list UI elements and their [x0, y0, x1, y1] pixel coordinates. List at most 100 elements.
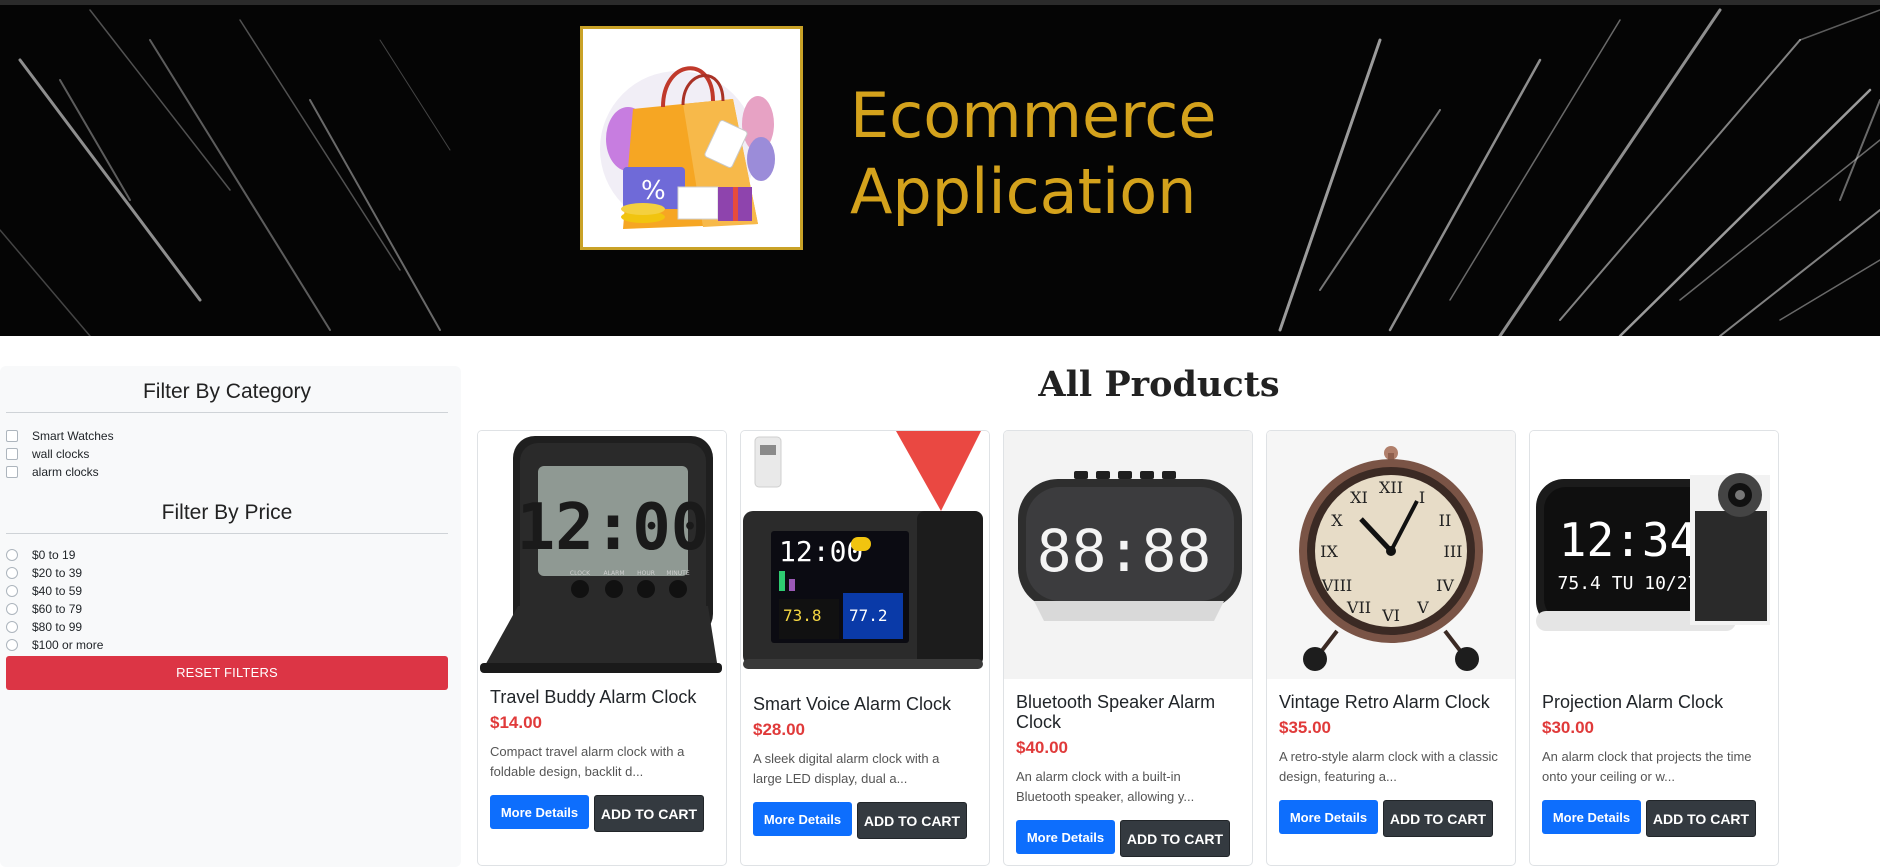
- header-banner: % Ecommerce Application: [0, 0, 1880, 336]
- svg-text:XII: XII: [1379, 478, 1403, 497]
- product-image[interactable]: 12:00 73.8 77.2: [741, 431, 989, 679]
- svg-text:X: X: [1331, 511, 1343, 530]
- mirror-led-clock-image: 88:88: [1004, 431, 1252, 679]
- description-line: onto your ceiling or w...: [1542, 769, 1675, 784]
- description-line: A sleek digital alarm clock with a: [753, 751, 940, 766]
- price-option-20-39[interactable]: $20 to 39: [6, 564, 448, 582]
- clock-display-text: 12:00: [517, 491, 710, 565]
- weather-temp-1: 73.8: [783, 606, 822, 625]
- weather-clock-time: 12:00: [779, 535, 863, 568]
- svg-text:V: V: [1416, 598, 1429, 617]
- description-line: foldable design, backlit d...: [490, 764, 644, 779]
- product-card: XII VI IX III I II IV V VII VIII X XI Vintage …: [1266, 430, 1516, 866]
- vintage-clock-image: XIIVI IX III III IVV VIIVIII XXI: [1267, 431, 1515, 679]
- price-label: $100 or more: [32, 638, 104, 652]
- product-image[interactable]: XII VI IX III I II IV V VII VIII X XI: [1267, 431, 1515, 679]
- description-line: Compact travel alarm clock with a: [490, 744, 685, 759]
- product-name[interactable]: Bluetooth Speaker Alarm Clock: [1016, 692, 1240, 732]
- more-details-button[interactable]: More Details: [1016, 820, 1115, 854]
- product-name[interactable]: Travel Buddy Alarm Clock: [490, 687, 714, 707]
- product-description: A retro-style alarm clock with a classic…: [1279, 747, 1503, 787]
- radio-button[interactable]: [6, 621, 18, 633]
- price-option-100-plus[interactable]: $100 or more: [6, 636, 448, 654]
- product-image[interactable]: 12:00 CLOCK ALARM HOUR MINUTE: [478, 431, 726, 679]
- weather-temp-2: 77.2: [849, 606, 888, 625]
- product-name-line: Bluetooth Speaker Alarm: [1016, 692, 1216, 712]
- more-details-button[interactable]: More Details: [490, 795, 589, 829]
- product-price: $28.00: [753, 720, 805, 739]
- product-price: $40.00: [1016, 738, 1068, 757]
- category-label: Smart Watches: [32, 429, 114, 443]
- clock-button-label: MINUTE: [666, 570, 689, 577]
- page-title: All Products: [1038, 364, 1280, 405]
- add-to-cart-button[interactable]: ADD TO CART: [594, 795, 704, 832]
- svg-text:VI: VI: [1381, 606, 1400, 625]
- description-line: An alarm clock with a built-in: [1016, 769, 1181, 784]
- product-card: 88:88 Bluetooth Speaker Alarm Clock $40.…: [1003, 430, 1253, 866]
- price-label: $0 to 19: [32, 548, 76, 562]
- radio-button[interactable]: [6, 585, 18, 597]
- category-option-smart-watches[interactable]: Smart Watches: [6, 427, 448, 445]
- logo: %: [580, 26, 803, 250]
- svg-text:III: III: [1444, 542, 1463, 561]
- more-details-button[interactable]: More Details: [1279, 800, 1378, 834]
- checkbox[interactable]: [6, 466, 18, 478]
- description-line: design, featuring a...: [1279, 769, 1397, 784]
- description-line: Bluetooth speaker, allowing y...: [1016, 789, 1195, 804]
- svg-text:VIII: VIII: [1321, 576, 1353, 595]
- clock-button-label: ALARM: [603, 570, 624, 577]
- more-details-button[interactable]: More Details: [1542, 800, 1641, 834]
- checkbox[interactable]: [6, 430, 18, 442]
- radio-button[interactable]: [6, 549, 18, 561]
- svg-text:II: II: [1439, 511, 1452, 530]
- category-option-wall-clocks[interactable]: wall clocks: [6, 445, 448, 463]
- product-image[interactable]: 88:88: [1004, 431, 1252, 679]
- more-details-button[interactable]: More Details: [753, 802, 852, 836]
- product-card: 12:00 73.8 77.2 Smart Voice Alarm Clock …: [740, 430, 990, 866]
- svg-text:XI: XI: [1350, 488, 1368, 507]
- price-label: $40 to 59: [32, 584, 83, 598]
- svg-text:I: I: [1419, 488, 1425, 507]
- projection-clock-time: 12:34: [1559, 513, 1697, 567]
- price-label: $80 to 99: [32, 620, 83, 634]
- price-option-80-99[interactable]: $80 to 99: [6, 618, 448, 636]
- add-to-cart-button[interactable]: ADD TO CART: [1383, 800, 1493, 837]
- category-label: alarm clocks: [32, 465, 99, 479]
- category-label: wall clocks: [32, 447, 90, 461]
- description-line: large LED display, dual a...: [753, 771, 908, 786]
- product-name[interactable]: Vintage Retro Alarm Clock: [1279, 692, 1503, 712]
- product-description: A sleek digital alarm clock with a large…: [753, 749, 977, 789]
- svg-text:IX: IX: [1320, 542, 1338, 561]
- svg-text:%: %: [641, 176, 666, 206]
- radio-button[interactable]: [6, 639, 18, 651]
- price-label: $60 to 79: [32, 602, 83, 616]
- add-to-cart-button[interactable]: ADD TO CART: [857, 802, 967, 839]
- add-to-cart-button[interactable]: ADD TO CART: [1120, 820, 1230, 857]
- price-filter-title: Filter By Price: [6, 481, 448, 534]
- projection-clock-date: 75.4 TU 10/27: [1558, 573, 1699, 594]
- product-price: $35.00: [1279, 718, 1331, 737]
- reset-filters-button[interactable]: RESET FILTERS: [6, 656, 448, 690]
- product-description: An alarm clock with a built-in Bluetooth…: [1016, 767, 1240, 807]
- radio-button[interactable]: [6, 567, 18, 579]
- weather-station-clock-image: 12:00 73.8 77.2: [743, 431, 983, 669]
- price-option-0-19[interactable]: $0 to 19: [6, 546, 448, 564]
- radio-button[interactable]: [6, 603, 18, 615]
- description-line: A retro-style alarm clock with a classic: [1279, 749, 1498, 764]
- category-option-alarm-clocks[interactable]: alarm clocks: [6, 463, 448, 481]
- checkbox[interactable]: [6, 448, 18, 460]
- add-to-cart-button[interactable]: ADD TO CART: [1646, 800, 1756, 837]
- product-image[interactable]: 12:34 75.4 TU 10/27: [1530, 431, 1778, 679]
- price-option-40-59[interactable]: $40 to 59: [6, 582, 448, 600]
- shopping-bag-icon: %: [600, 66, 775, 229]
- filters-sidebar: Filter By Category Smart Watches wall cl…: [0, 366, 461, 867]
- svg-text:VII: VII: [1346, 598, 1371, 617]
- description-line: An alarm clock that projects the time: [1542, 749, 1752, 764]
- brand-line-2: Application: [850, 155, 1197, 228]
- price-option-60-79[interactable]: $60 to 79: [6, 600, 448, 618]
- product-name[interactable]: Smart Voice Alarm Clock: [753, 694, 977, 714]
- projection-clock-image: 12:34 75.4 TU 10/27: [1536, 473, 1770, 631]
- product-price: $30.00: [1542, 718, 1594, 737]
- svg-text:IV: IV: [1436, 576, 1454, 595]
- product-name[interactable]: Projection Alarm Clock: [1542, 692, 1766, 712]
